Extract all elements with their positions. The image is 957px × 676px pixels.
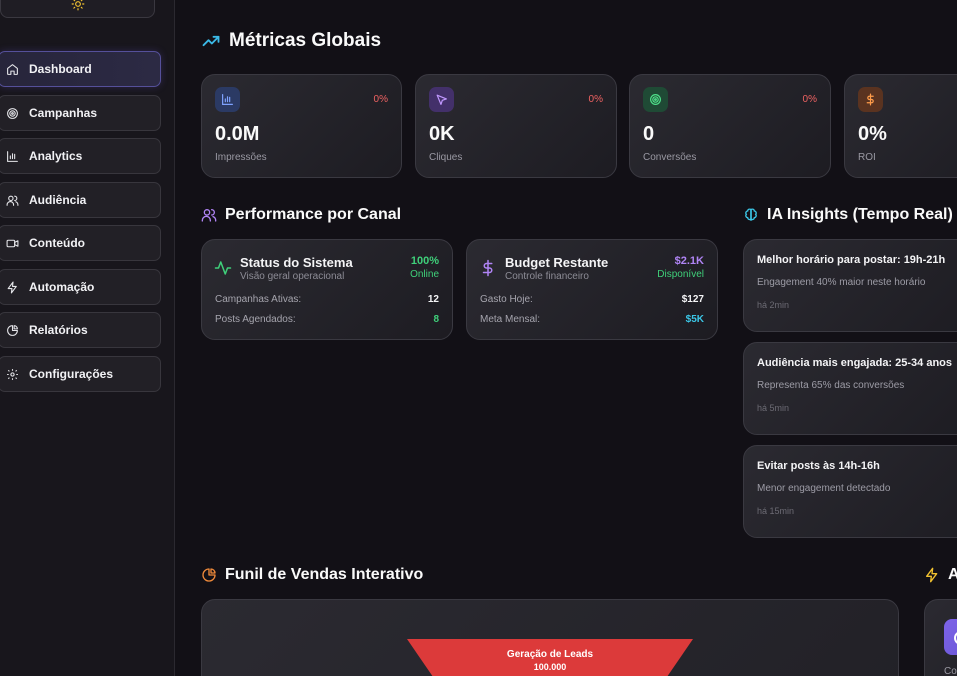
insight-card[interactable]: Melhor horário para postar: 19h-21h Enga… (743, 239, 957, 332)
insight-title: Audiência mais engajada: 25-34 anos (757, 357, 953, 369)
insight-title: Evitar posts às 14h-16h (757, 460, 880, 472)
insight-card[interactable]: Evitar posts às 14h-16h Menor engagement… (743, 445, 957, 538)
sidebar-item-configuracoes[interactable]: Configurações (0, 356, 161, 392)
row-label: Meta Mensal: (480, 314, 541, 325)
right-section-title: A (924, 566, 957, 584)
sidebar-item-conteudo[interactable]: Conteúdo (0, 225, 161, 261)
metric-card-cliques: 0% 0K Cliques (415, 74, 617, 178)
pie-chart-icon (202, 568, 216, 582)
sidebar-item-label: Relatórios (29, 323, 88, 337)
metric-value: 0% (858, 123, 887, 145)
sidebar-item-audiencia[interactable]: Audiência (0, 182, 161, 218)
metric-value: 0 (643, 123, 655, 145)
budget-state: Disponível (657, 269, 704, 280)
zap-icon (926, 567, 938, 583)
sidebar-item-dashboard[interactable]: Dashboard (0, 51, 161, 87)
metrics-section-title: Métricas Globais (201, 30, 381, 52)
funnel-section-title: Funil de Vendas Interativo (201, 566, 423, 584)
budget-card: Budget Restante Controle financeiro $2.1… (466, 239, 718, 340)
home-icon (7, 63, 18, 75)
theme-toggle-button[interactable] (0, 0, 155, 18)
sidebar: Dashboard Campanhas Analytics Audiência … (0, 0, 175, 676)
metric-icon-box (429, 87, 454, 112)
cursor-icon (436, 94, 447, 105)
activity-icon (214, 261, 232, 275)
zap-icon (7, 281, 17, 293)
funnel-card: Geração de Leads 100.000 (201, 599, 899, 676)
insight-time: há 2min (757, 300, 790, 310)
bar-chart-icon (7, 150, 18, 162)
sun-icon (71, 0, 84, 11)
insight-desc: Representa 65% das conversões (757, 380, 905, 391)
target-icon (7, 107, 18, 119)
insight-title: Melhor horário para postar: 19h-21h (757, 254, 946, 266)
row-value: $5K (685, 314, 704, 325)
insight-time: há 15min (757, 506, 795, 516)
sidebar-item-label: Campanhas (29, 106, 98, 120)
sidebar-item-label: Analytics (29, 149, 83, 163)
row-label: Posts Agendados: (215, 314, 296, 325)
metric-card-conversoes: 0% 0 Conversões (629, 74, 831, 178)
users-icon (201, 209, 217, 222)
status-subtitle: Visão geral operacional (240, 271, 345, 282)
sidebar-item-automacao[interactable]: Automação (0, 269, 161, 305)
right-panel-card[interactable]: Co (924, 599, 957, 676)
brain-icon (745, 208, 757, 221)
bar-chart-icon (222, 94, 233, 105)
dollar-icon (866, 93, 874, 106)
metric-change: 0% (373, 94, 388, 105)
sidebar-item-label: Configurações (29, 367, 114, 381)
row-value: 12 (427, 294, 439, 305)
metric-label: Impressões (215, 152, 267, 163)
status-title: Status do Sistema (240, 255, 353, 270)
budget-subtitle: Controle financeiro (505, 271, 589, 282)
budget-value: $2.1K (674, 255, 704, 267)
dollar-icon (482, 259, 493, 277)
sidebar-item-campanhas[interactable]: Campanhas (0, 95, 161, 131)
metric-change: 0% (588, 94, 603, 105)
system-status-card: Status do Sistema Visão geral operaciona… (201, 239, 453, 340)
sidebar-item-analytics[interactable]: Analytics (0, 138, 161, 174)
insight-card[interactable]: Audiência mais engajada: 25-34 anos Repr… (743, 342, 957, 435)
metric-icon-box (643, 87, 668, 112)
row-label: Campanhas Ativas: (215, 294, 302, 305)
metric-label: ROI (858, 152, 876, 163)
target-icon (650, 94, 661, 105)
insight-desc: Engagement 40% maior neste horário (757, 277, 926, 288)
metric-value: 0.0M (215, 123, 260, 145)
funnel-stage-label: Geração de Leads (506, 649, 594, 660)
row-value: $127 (681, 294, 704, 305)
budget-title: Budget Restante (505, 255, 609, 270)
status-value: 100% (410, 255, 439, 267)
sidebar-item-label: Dashboard (29, 62, 92, 76)
metric-value: 0K (429, 123, 455, 145)
metric-icon-box (215, 87, 240, 112)
metric-icon-box (858, 87, 883, 112)
metric-label: Conversões (643, 152, 697, 163)
right-card-label: Co (944, 666, 957, 676)
row-label: Gasto Hoje: (480, 294, 533, 305)
gear-icon (7, 368, 18, 380)
users-icon (6, 195, 19, 206)
metric-card-impressoes: 0% 0.0M Impressões (201, 74, 402, 178)
insight-desc: Menor engagement detectado (757, 483, 891, 494)
performance-section-title: Performance por Canal (201, 206, 401, 224)
sidebar-item-label: Audiência (29, 193, 87, 207)
funnel-stage-value: 100.000 (533, 662, 567, 672)
insights-section-title: IA Insights (Tempo Real) (743, 206, 953, 224)
video-icon (6, 239, 19, 247)
sidebar-item-label: Conteúdo (29, 236, 85, 250)
metric-label: Cliques (429, 152, 463, 163)
metric-card-roi: 0% ROI (844, 74, 957, 178)
metric-change: 0% (802, 94, 817, 105)
trending-up-icon (202, 35, 220, 47)
status-state: Online (410, 269, 439, 280)
row-value: 8 (433, 314, 439, 325)
sidebar-item-label: Automação (29, 280, 95, 294)
sidebar-item-relatorios[interactable]: Relatórios (0, 312, 161, 348)
action-icon (944, 619, 957, 655)
pie-chart-icon (7, 324, 18, 336)
insight-time: há 5min (757, 403, 790, 413)
